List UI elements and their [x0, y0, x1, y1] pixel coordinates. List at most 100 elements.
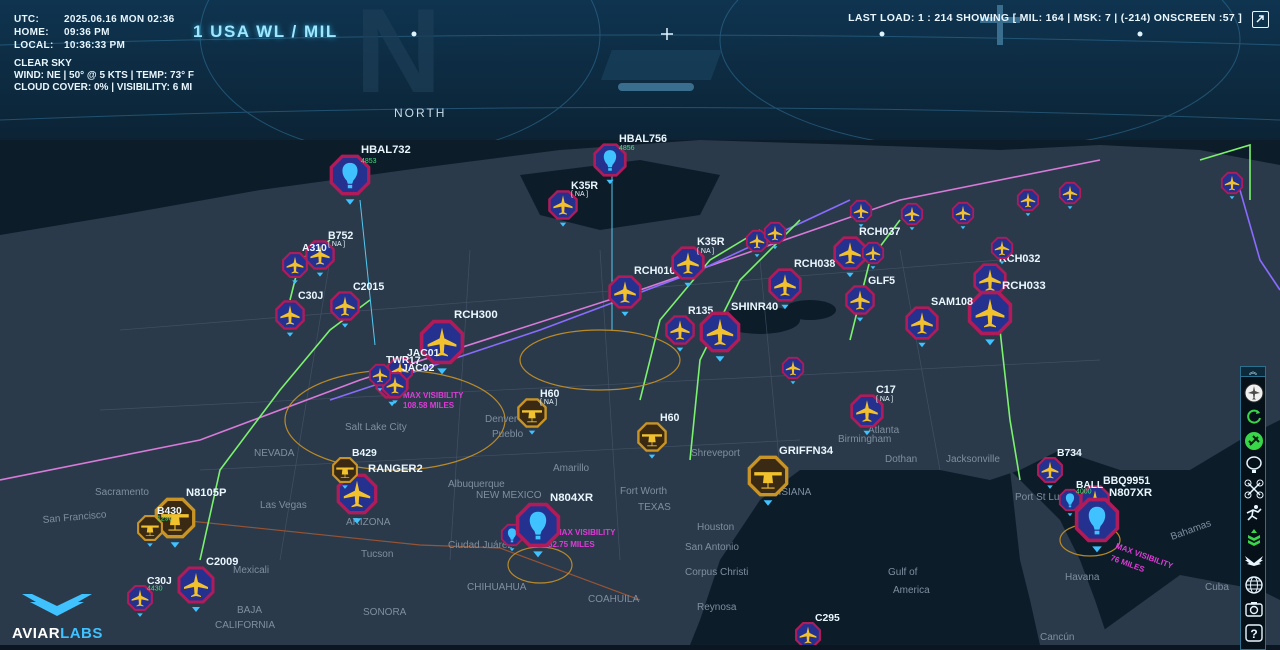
- label-ciudad-juarez: Ciudad Juárez: [448, 540, 512, 551]
- map-scene[interactable]: N NORTH MAX VISIBILITY 108.58 MILES MAX …: [0, 0, 1280, 645]
- toolbar-button-balloon[interactable]: [1243, 454, 1265, 476]
- aircraft-callsign[interactable]: K35R: [571, 180, 598, 192]
- label-havana: Havana: [1065, 572, 1100, 583]
- label-corpus-christi: Corpus Christi: [685, 567, 748, 578]
- label-jacksonville: Jacksonville: [946, 454, 1000, 465]
- balloon-icon: [1246, 456, 1262, 473]
- toolbar-button-camera[interactable]: [1243, 598, 1265, 620]
- aircraft-subtext: 4856: [619, 145, 635, 152]
- brand-name: AVIARLABS: [12, 625, 103, 642]
- label-gulf-2: America: [893, 585, 930, 596]
- toolbar-collapse-button[interactable]: ︽: [1240, 366, 1266, 377]
- aircraft-callsign[interactable]: RCH033: [1002, 280, 1046, 292]
- aircraft-callsign[interactable]: B752: [328, 230, 353, 242]
- toolbar-button-refresh[interactable]: [1243, 406, 1265, 428]
- aircraft-callsign[interactable]: RANGER2: [368, 463, 423, 475]
- brand-name-a: AVIAR: [12, 625, 61, 642]
- skydiver-icon: [1246, 505, 1262, 521]
- home-value: 09:36 PM: [64, 27, 110, 38]
- label-chihuahua: CHIHUAHUA: [467, 582, 527, 593]
- vis-value-1: 108.58 MILES: [403, 401, 455, 410]
- load-status: LAST LOAD: 1 : 214 SHOWING [ MIL: 164 | …: [848, 12, 1242, 24]
- military-rank-icon: [1248, 529, 1260, 546]
- aircraft-subtext: [ NA ]: [876, 396, 893, 403]
- aircraft-callsign[interactable]: C2015: [353, 281, 384, 293]
- vis-value-2: 82.75 MILES: [548, 540, 595, 549]
- toolbar-button-military[interactable]: [1243, 526, 1265, 548]
- aircraft-callsign[interactable]: TWR: [386, 355, 410, 366]
- label-pueblo: Pueblo: [492, 429, 524, 440]
- aircraft-callsign[interactable]: BBQ9951: [1103, 475, 1150, 487]
- label-arizona: ARIZONA: [346, 517, 391, 528]
- toolbar-button-airplane[interactable]: [1243, 430, 1265, 452]
- toolbar-button-aircraft-badge[interactable]: [1243, 382, 1265, 404]
- airplane-icon: [1245, 432, 1263, 450]
- label-denver: Denver: [485, 414, 518, 425]
- drone-icon: [1244, 479, 1264, 499]
- aircraft-subtext: [ NA ]: [540, 399, 557, 406]
- label-albuquerque: Albuquerque: [448, 479, 505, 490]
- aircraft-callsign[interactable]: C295: [815, 613, 840, 624]
- label-salt-lake-city: Salt Lake City: [345, 422, 407, 433]
- wings-icon: [1245, 556, 1263, 566]
- aircraft-callsign[interactable]: GRIFFN34: [779, 445, 834, 457]
- airplane-badge-icon: [1244, 383, 1264, 403]
- aircraft-callsign[interactable]: SHINR40: [731, 301, 778, 313]
- label-gulf: Gulf of: [888, 567, 918, 578]
- aircraft-callsign[interactable]: N807XR: [1109, 487, 1152, 499]
- aircraft-callsign[interactable]: B734: [1057, 448, 1082, 459]
- toolbar-button-drone[interactable]: [1243, 478, 1265, 500]
- aircraft-callsign[interactable]: SAM108: [931, 296, 973, 308]
- aircraft-callsign[interactable]: JAC01: [407, 348, 440, 359]
- aircraft-marker[interactable]: [795, 622, 821, 645]
- aircraft-callsign[interactable]: H60: [540, 388, 560, 400]
- home-label: HOME:: [14, 27, 49, 38]
- aircraft-callsign[interactable]: A310: [302, 243, 327, 254]
- weather-cloud: CLOUD COVER: 0% | VISIBILITY: 6 MI: [14, 82, 193, 93]
- local-label: LOCAL:: [14, 40, 54, 51]
- label-cancun: Cancún: [1040, 632, 1074, 643]
- aircraft-callsign[interactable]: HBAL756: [619, 133, 667, 145]
- aircraft-callsign[interactable]: C17: [876, 384, 896, 396]
- heading-band: [600, 50, 722, 80]
- toolbar-button-globe[interactable]: [1243, 574, 1265, 596]
- heading-slider[interactable]: [618, 83, 694, 91]
- aircraft-subtext: [ NA ]: [328, 241, 345, 248]
- weather-panel: CLEAR SKY WIND: NE | 50° @ 5 KTS | TEMP:…: [14, 58, 194, 94]
- aircraft-callsign[interactable]: K35R: [697, 236, 725, 248]
- toolbar-button-wings[interactable]: [1243, 550, 1265, 572]
- help-icon: ?: [1245, 624, 1263, 642]
- fullscreen-button[interactable]: [1252, 11, 1269, 28]
- aircraft-callsign[interactable]: N804XR: [550, 492, 593, 504]
- aircraft-subtext: 4853: [361, 158, 377, 165]
- toolbar-buttons: ?: [1240, 377, 1266, 650]
- toolbar-button-skydiver[interactable]: [1243, 502, 1265, 524]
- time-panel: UTC: 2025.06.16 MON 02:36 HOME: 09:36 PM L…: [14, 13, 175, 52]
- aircraft-callsign[interactable]: GLF5: [868, 275, 895, 287]
- label-new-mexico: NEW MEXICO: [476, 490, 542, 501]
- label-amarillo: Amarillo: [553, 463, 590, 474]
- aircraft-callsign[interactable]: RCH037: [859, 226, 900, 238]
- aircraft-callsign[interactable]: RCH016: [634, 265, 675, 277]
- brand-logo[interactable]: AVIARLABS: [12, 592, 103, 642]
- label-baja: BAJA: [237, 605, 262, 616]
- svg-text:?: ?: [1250, 627, 1257, 641]
- toolbar-button-help[interactable]: ?: [1243, 622, 1265, 644]
- label-tucson: Tucson: [361, 549, 393, 560]
- vis-label-2: MAX VISIBILITY: [555, 528, 616, 537]
- aircraft-callsign[interactable]: RCH038: [794, 258, 835, 270]
- aircraft-subtext: [ NA ]: [697, 248, 714, 255]
- aircraft-callsign[interactable]: B429: [352, 448, 377, 459]
- region-title[interactable]: 1 USA WL / MIL: [193, 22, 338, 42]
- aircraft-callsign[interactable]: H60: [660, 412, 680, 424]
- aircraft-callsign[interactable]: HBAL732: [361, 144, 411, 156]
- label-dothan: Dothan: [885, 454, 917, 465]
- label-nevada: NEVADA: [254, 448, 295, 459]
- aircraft-callsign[interactable]: C30J: [298, 290, 323, 302]
- aircraft-callsign[interactable]: N8105P: [186, 487, 227, 499]
- great-lakes-2: [784, 300, 836, 320]
- aircraft-subtext: 4430: [147, 585, 163, 592]
- wings-logo-icon: [22, 594, 92, 616]
- aircraft-callsign[interactable]: RCH300: [454, 309, 498, 321]
- aircraft-callsign[interactable]: C2009: [206, 556, 238, 568]
